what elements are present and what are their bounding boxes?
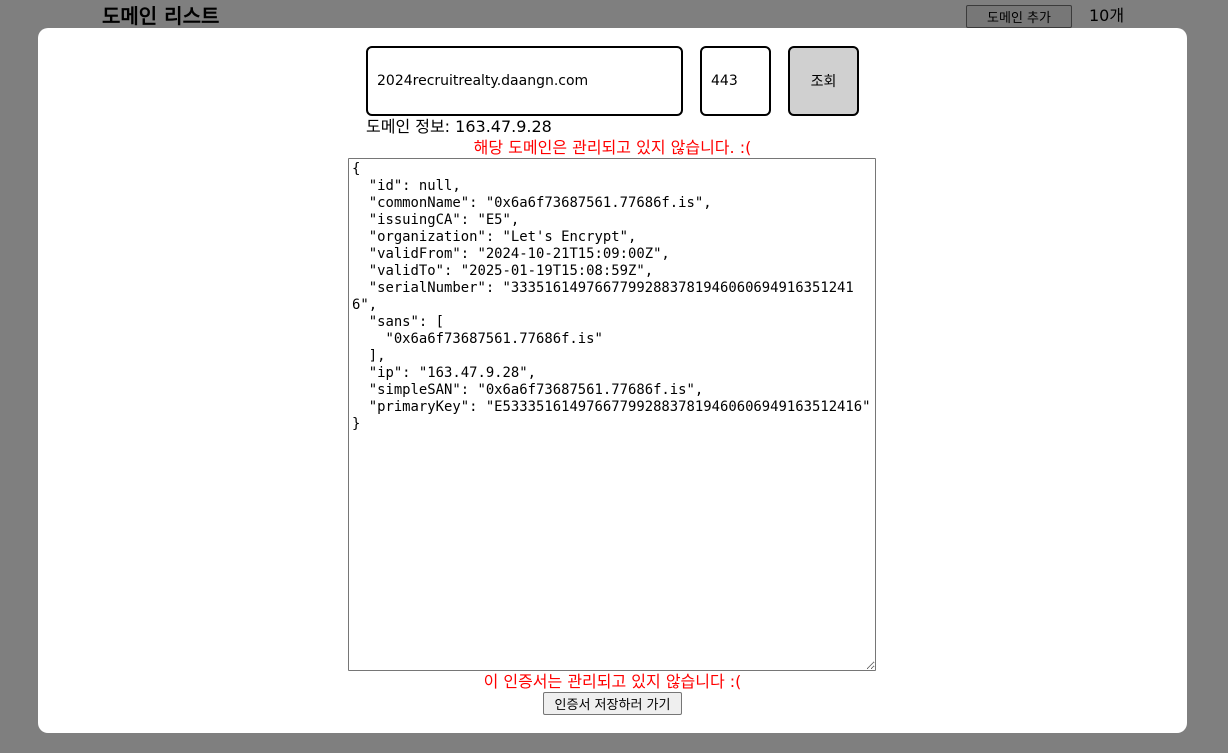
- certificate-json-textarea[interactable]: { "id": null, "commonName": "0x6a6f73687…: [348, 158, 876, 671]
- certificate-unmanaged-warning: 이 인증서는 관리되고 있지 않습니다 :(: [483, 672, 742, 691]
- domain-info-text: 도메인 정보: 163.47.9.28: [366, 117, 552, 136]
- domain-input[interactable]: [366, 46, 683, 116]
- domain-lookup-modal: 조회 도메인 정보: 163.47.9.28 해당 도메인은 관리되고 있지 않…: [38, 28, 1187, 733]
- save-certificate-button[interactable]: 인증서 저장하러 가기: [543, 692, 682, 715]
- lookup-button[interactable]: 조회: [788, 46, 859, 116]
- port-input[interactable]: [700, 46, 771, 116]
- domain-unmanaged-warning: 해당 도메인은 관리되고 있지 않습니다. :(: [473, 138, 752, 157]
- modal-overlay[interactable]: 조회 도메인 정보: 163.47.9.28 해당 도메인은 관리되고 있지 않…: [0, 0, 1228, 753]
